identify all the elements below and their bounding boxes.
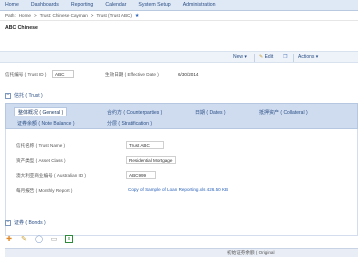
- page-title: ABC Chinese: [5, 25, 38, 31]
- trust-id-label: 信托编号 ( Trust ID ): [5, 72, 47, 77]
- trust-name-field[interactable]: Trust ABC: [126, 141, 164, 149]
- nav-reporting[interactable]: Reporting: [71, 2, 94, 8]
- breadcrumb-trust[interactable]: Trust: Chinese Cayman: [40, 13, 88, 18]
- nav-home[interactable]: Home: [5, 2, 19, 8]
- bonds-section-title: 证券 ( Bonds ): [14, 220, 46, 226]
- trust-section-header[interactable]: − 信托 ( Trust ): [5, 91, 43, 100]
- copy-button[interactable]: ❐: [283, 54, 287, 60]
- tab-dates[interactable]: 日期 ( Dates ): [192, 108, 229, 117]
- breadcrumb-separator: >: [34, 13, 37, 18]
- edit-button[interactable]: ✎ Edit: [259, 54, 273, 60]
- trust-tabs: 整体概况 ( General ) 合约方 ( Counterparties ) …: [5, 103, 358, 129]
- effective-date-label: 生效日期 ( Effective Date ): [105, 72, 159, 77]
- chevron-down-icon: ▾: [244, 54, 247, 60]
- pencil-icon: ✎: [259, 54, 264, 60]
- trust-section-title: 信托 ( Trust ): [14, 93, 43, 99]
- field-row: 每月报告 ( Monthly Report ) Copy of Sample o…: [16, 186, 346, 195]
- nav-system-setup[interactable]: System Setup: [138, 2, 170, 8]
- nav-administration[interactable]: Administration: [183, 2, 216, 8]
- actions-button[interactable]: Actions ▾: [298, 54, 318, 60]
- monthly-report-link[interactable]: Copy of Sample of Loan Reporting.xls 426…: [126, 186, 231, 194]
- chevron-down-icon: ▾: [315, 54, 319, 60]
- view-icon[interactable]: ◯: [35, 235, 43, 243]
- tab-collateral[interactable]: 抵押资产 ( Collateral ): [256, 108, 311, 117]
- edit-icon[interactable]: ✎: [20, 235, 28, 243]
- breadcrumb-separator: >: [90, 13, 94, 18]
- effective-date-value: 6/30/2014: [178, 72, 199, 77]
- nav-dashboards[interactable]: Dashboards: [31, 2, 59, 8]
- collapse-icon[interactable]: −: [5, 219, 11, 226]
- field-row: 信托名称 ( Trust Name ) Trust ABC: [16, 141, 346, 150]
- record-toolbar: New ▾ ✎ Edit ❐ Actions ▾: [0, 51, 358, 63]
- bonds-section-header[interactable]: − 证券 ( Bonds ): [5, 218, 46, 227]
- tab-note-balance[interactable]: 证券余额 ( Note Balance ): [14, 119, 78, 128]
- bonds-grid-header: 初始证券余额 ( Original: [5, 248, 358, 257]
- breadcrumb-home[interactable]: Home: [19, 13, 31, 18]
- edit-label: Edit: [264, 54, 274, 60]
- trust-id-field[interactable]: ABC: [52, 70, 74, 78]
- path-label: Path:: [5, 13, 16, 18]
- collapse-icon[interactable]: −: [5, 92, 11, 99]
- favorite-star-icon[interactable]: ★: [135, 13, 139, 19]
- general-panel: 信托名称 ( Trust Name ) Trust ABC 资产类型 ( Ass…: [5, 129, 358, 236]
- trust-name-label: 信托名称 ( Trust Name ): [16, 143, 66, 148]
- column-header-original[interactable]: 初始证券余额 ( Original: [227, 250, 274, 256]
- field-row: 资产类型 ( Asset Class ) Residential Mortgag…: [16, 156, 346, 165]
- top-nav: Home Dashboards Reporting Calendar Syste…: [0, 0, 358, 11]
- new-button[interactable]: New ▾: [233, 54, 247, 60]
- tab-counterparties[interactable]: 合约方 ( Counterparties ): [104, 108, 165, 117]
- toolbar-divider: [254, 54, 255, 62]
- toolbar-divider: [293, 54, 294, 62]
- breadcrumb-current[interactable]: Trust (Trust ABC): [96, 13, 131, 18]
- add-icon[interactable]: ✚: [5, 235, 13, 243]
- asset-class-label: 资产类型 ( Asset Class ): [16, 158, 66, 163]
- monthly-report-label: 每月报告 ( Monthly Report ): [16, 188, 73, 193]
- bonds-toolbar: ✚ ✎ ◯ ▭ x: [5, 233, 80, 245]
- australian-id-field[interactable]: ABC999: [126, 171, 156, 179]
- actions-label: Actions: [298, 54, 315, 60]
- header-fields: 信托编号 ( Trust ID ) ABC 生效日期 ( Effective D…: [5, 70, 355, 79]
- asset-class-field[interactable]: Residential Mortgage: [126, 156, 176, 164]
- nav-calendar[interactable]: Calendar: [105, 2, 126, 8]
- excel-export-icon[interactable]: x: [65, 235, 73, 243]
- field-row: 澳大利亚商业编号 ( Australian ID ) ABC999: [16, 171, 346, 180]
- new-label: New: [233, 54, 244, 60]
- breadcrumb: Path: Home > Trust: Chinese Cayman > Tru…: [0, 11, 358, 21]
- tab-general[interactable]: 整体概况 ( General ): [14, 107, 68, 116]
- tab-stratification[interactable]: 分层 ( Stratification ): [104, 119, 155, 128]
- delete-icon[interactable]: ▭: [50, 235, 58, 243]
- australian-id-label: 澳大利亚商业编号 ( Australian ID ): [16, 173, 86, 178]
- copy-icon: ❐: [283, 54, 288, 60]
